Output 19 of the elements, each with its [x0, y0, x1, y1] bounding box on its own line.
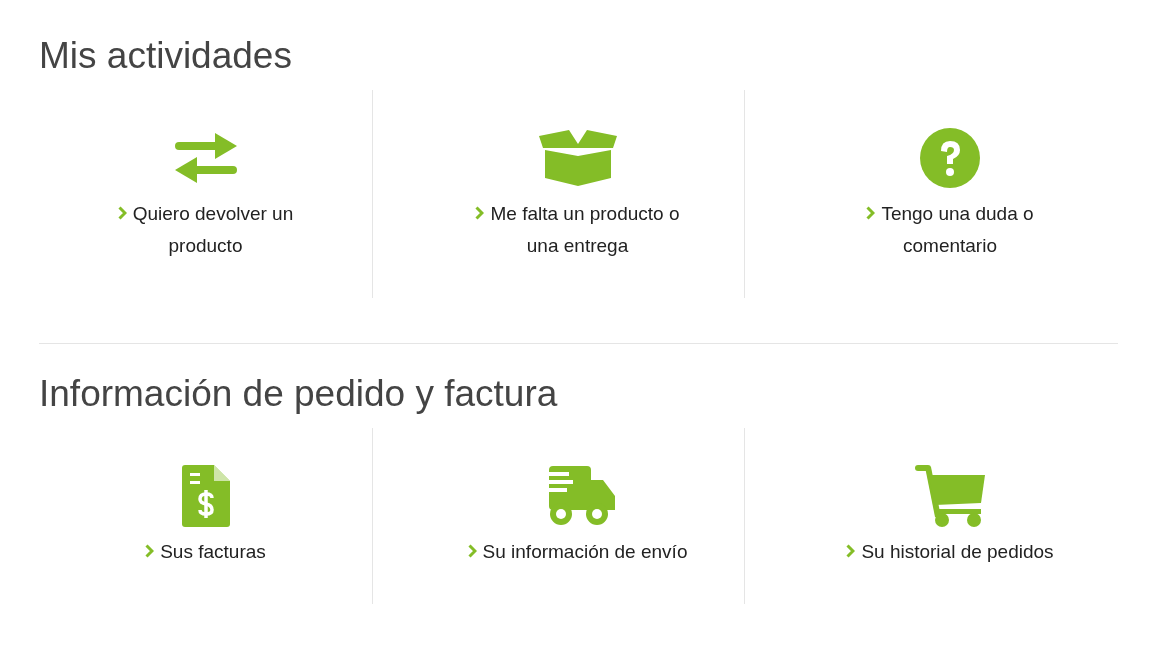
chevron-icon	[117, 206, 127, 220]
chevron-icon	[467, 544, 477, 558]
activity-link[interactable]: Quiero devolver un producto	[90, 198, 321, 262]
activity-link[interactable]: Sus facturas	[145, 536, 266, 568]
cart-icon	[915, 465, 985, 527]
activity-link[interactable]: Me falta un producto o una entrega	[462, 198, 693, 262]
activity-link[interactable]: Su historial de pedidos	[846, 536, 1054, 568]
section-title: Información de pedido y factura	[39, 372, 558, 416]
question-icon	[920, 128, 980, 188]
exchange-arrows-icon	[174, 133, 237, 183]
box-icon	[538, 130, 617, 186]
chevron-icon	[846, 544, 856, 558]
invoice-icon	[181, 465, 230, 527]
chevron-icon	[866, 206, 876, 220]
chevron-icon	[475, 206, 485, 220]
activity-link[interactable]: Su información de envío	[467, 536, 688, 568]
chevron-icon	[145, 544, 155, 558]
section-title: Mis actividades	[39, 34, 292, 78]
activity-link[interactable]: Tengo una duda o comentario	[835, 198, 1065, 262]
